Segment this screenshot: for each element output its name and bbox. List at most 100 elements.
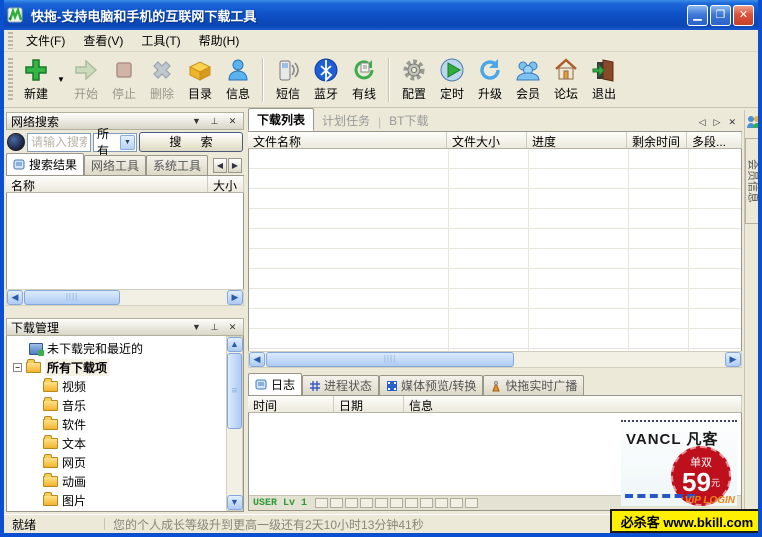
tab-process-status[interactable]: 进程状态	[302, 375, 379, 395]
collapse-icon[interactable]: −	[13, 363, 22, 372]
vip-login-link[interactable]: VIP LOGIN	[685, 495, 735, 506]
category-select[interactable]: 所有 ▼	[93, 133, 137, 152]
close-icon[interactable]: ✕	[728, 117, 736, 128]
chevron-down-icon[interactable]: ▼	[190, 321, 203, 333]
tab-network-tools[interactable]: 网络工具	[84, 155, 146, 175]
scroll-left-icon[interactable]: ◀	[7, 290, 23, 305]
menu-file[interactable]: 文件(F)	[17, 30, 74, 51]
stop-button[interactable]: 停止	[105, 55, 143, 105]
bkill-promo-badge[interactable]: 必杀客 www.bkill.com	[610, 509, 762, 533]
column-name[interactable]: 名称	[6, 176, 208, 192]
menu-tools[interactable]: 工具(T)	[132, 30, 189, 51]
tree-item-webpage[interactable]: 网页	[13, 453, 226, 472]
menu-help[interactable]: 帮助(H)	[190, 30, 249, 51]
upgrade-button[interactable]: 升级	[471, 55, 509, 105]
tab-search-results[interactable]: 搜索结果	[6, 153, 84, 175]
pin-icon[interactable]: ⊥	[208, 115, 221, 127]
start-arrow-icon	[73, 57, 99, 83]
scroll-right-icon[interactable]: ▶	[227, 290, 243, 305]
download-list-body[interactable]	[248, 149, 742, 351]
new-task-dropdown-arrow[interactable]: ▼	[55, 55, 67, 105]
member-info-tab[interactable]: 会员信息	[745, 138, 762, 224]
tab-bt-download[interactable]: BT下载	[381, 110, 436, 131]
exit-button[interactable]: 退出	[585, 55, 623, 105]
bluetooth-button[interactable]: 蓝牙	[307, 55, 345, 105]
tree-item-recent[interactable]: 未下载完和最近的	[13, 339, 226, 358]
delete-button[interactable]: 删除	[143, 55, 181, 105]
toolbar-gripper[interactable]	[8, 58, 13, 102]
column-info[interactable]: 信息	[404, 396, 742, 412]
tab-log[interactable]: 日志	[248, 373, 302, 395]
forum-button[interactable]: 论坛	[547, 55, 585, 105]
scrollbar-thumb[interactable]	[227, 353, 242, 429]
scroll-up-icon[interactable]: ▲	[227, 337, 243, 352]
tree-item-video[interactable]: 视频	[13, 377, 226, 396]
tree-item-animation[interactable]: 动画	[13, 472, 226, 491]
timer-play-icon	[439, 57, 465, 83]
minimize-button[interactable]: ▁	[687, 5, 708, 26]
column-size[interactable]: 大小	[208, 176, 244, 192]
tree-vscrollbar[interactable]: ▲ ▼	[226, 336, 243, 511]
scroll-icon	[255, 378, 268, 391]
close-icon[interactable]: ✕	[226, 321, 239, 333]
title-bar[interactable]: 快拖-支持电脑和手机的互联网下载工具 ▁ ❐ ✕	[0, 0, 762, 30]
menu-gripper[interactable]	[8, 32, 13, 49]
tab-system-tools[interactable]: 系统工具	[146, 155, 208, 175]
new-task-button[interactable]: 新建	[17, 55, 55, 105]
maximize-button[interactable]: ❐	[710, 5, 731, 26]
search-input[interactable]	[27, 133, 91, 152]
info-button[interactable]: 信息	[219, 55, 257, 105]
timer-button[interactable]: 定时	[433, 55, 471, 105]
scrollbar-thumb[interactable]	[266, 352, 514, 367]
member-button[interactable]: 会员	[509, 55, 547, 105]
tree-item-software[interactable]: 软件	[13, 415, 226, 434]
member-info-button[interactable]	[745, 110, 762, 134]
search-hscrollbar[interactable]: ◀ ▶	[6, 289, 244, 306]
tab-scroll-left-icon[interactable]: ◁	[699, 117, 706, 128]
column-file-name[interactable]: 文件名称	[248, 132, 447, 148]
menu-bar: 文件(F) 查看(V) 工具(T) 帮助(H)	[4, 30, 758, 52]
tree-item-other[interactable]: 其它	[13, 510, 226, 511]
column-time[interactable]: 时间	[248, 396, 334, 412]
close-button[interactable]: ✕	[733, 5, 754, 26]
download-list-columns: 文件名称 文件大小 进度 剩余时间 多段...	[248, 132, 742, 149]
tree-item-all-downloads[interactable]: − 所有下载项	[13, 358, 226, 377]
upgrade-refresh-icon	[477, 57, 503, 83]
wired-button[interactable]: 有线	[345, 55, 383, 105]
tab-scroll-right-icon[interactable]: ▶	[228, 158, 242, 173]
tab-live-broadcast[interactable]: 快拖实时广播	[483, 375, 584, 395]
search-result-list[interactable]	[6, 193, 244, 289]
tab-scroll-right-icon[interactable]: ▷	[714, 117, 721, 128]
scroll-down-icon[interactable]: ▼	[227, 495, 243, 510]
scroll-left-icon[interactable]: ◀	[249, 352, 265, 367]
start-button[interactable]: 开始	[67, 55, 105, 105]
scrollbar-thumb[interactable]	[24, 290, 120, 305]
tab-download-list[interactable]: 下载列表	[248, 108, 314, 131]
column-date[interactable]: 日期	[334, 396, 404, 412]
search-button[interactable]: 搜 索	[139, 132, 243, 152]
list-hscrollbar[interactable]: ◀ ▶	[248, 351, 742, 368]
pin-icon[interactable]: ⊥	[208, 321, 221, 333]
tab-media-preview[interactable]: 媒体预览/转换	[379, 375, 483, 395]
column-segments[interactable]: 多段...	[687, 132, 742, 148]
ad-banner[interactable]: VANCL 凡客 单双 59元 VIP LOGIN	[621, 420, 737, 506]
tab-scroll-left-icon[interactable]: ◀	[213, 158, 227, 173]
tree-item-image[interactable]: 图片	[13, 491, 226, 510]
tree-item-text[interactable]: 文本	[13, 434, 226, 453]
directory-button[interactable]: 目录	[181, 55, 219, 105]
scroll-right-icon[interactable]: ▶	[725, 352, 741, 367]
close-icon[interactable]: ✕	[226, 115, 239, 127]
sms-button[interactable]: 短信	[269, 55, 307, 105]
ad-brand: VANCL	[626, 431, 681, 448]
column-progress[interactable]: 进度	[527, 132, 627, 148]
tree-item-music[interactable]: 音乐	[13, 396, 226, 415]
chevron-down-icon[interactable]: ▼	[190, 115, 203, 127]
category-tree: 未下载完和最近的 − 所有下载项 视频 音乐 软件 文本 网页 动画 图片 其它…	[7, 336, 226, 511]
tab-scheduled-tasks[interactable]: 计划任务	[314, 110, 378, 131]
menu-view[interactable]: 查看(V)	[74, 30, 132, 51]
column-remaining-time[interactable]: 剩余时间	[627, 132, 687, 148]
config-button[interactable]: 配置	[395, 55, 433, 105]
folder-icon	[43, 457, 58, 468]
combo-arrow-icon[interactable]: ▼	[120, 135, 135, 150]
column-file-size[interactable]: 文件大小	[447, 132, 527, 148]
